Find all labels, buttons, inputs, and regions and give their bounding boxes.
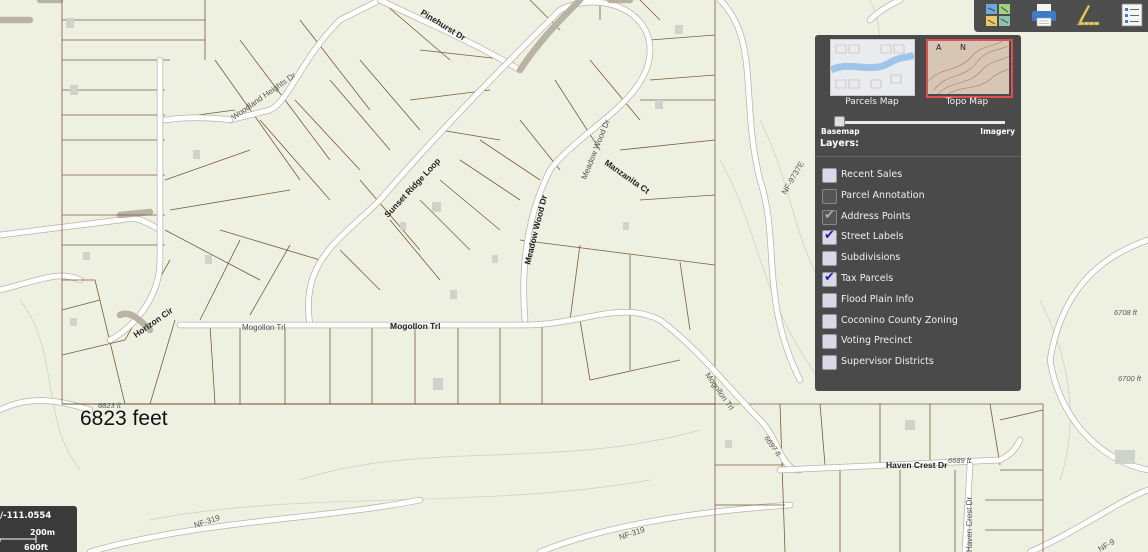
legend-list-icon[interactable] [1118, 2, 1146, 28]
measure-result-label: 6823 feet [80, 407, 168, 430]
layer-label: Address Points [841, 210, 911, 222]
layer-checkbox[interactable] [822, 270, 837, 287]
street-label-mogollon-2: Mogollon Trl [390, 321, 441, 331]
basemap-label-topo[interactable]: Topo Map [922, 97, 1012, 107]
scale-metric: 200m [30, 528, 56, 537]
layer-row[interactable]: Tax Parcels [822, 270, 1017, 289]
layer-row[interactable]: Supervisor Districts [822, 354, 1017, 372]
print-icon[interactable] [1030, 2, 1058, 28]
layer-checkbox[interactable] [822, 292, 837, 308]
layer-row[interactable]: Coconino County Zoning [822, 313, 1017, 331]
slider-label-basemap: Basemap [821, 127, 860, 136]
layers-divider [815, 156, 1021, 157]
layer-row[interactable]: Voting Precinct [822, 333, 1017, 351]
scale-coords-box: /-111.0554 200m 600ft [0, 506, 77, 552]
scale-imperial: 600ft [24, 543, 49, 552]
measure-icon[interactable] [1074, 2, 1102, 28]
layer-label: Tax Parcels [841, 273, 894, 284]
street-label-nf9737: NF-9737E [780, 160, 806, 196]
basemap-label-parcels[interactable]: Parcels Map [827, 97, 917, 107]
street-label-mogollon-1: Mogollon Trl [242, 323, 286, 332]
elevation-label: 6700 ft [1118, 374, 1142, 383]
layer-panel: A N Parcels Map Topo Map Basemap Imagery… [815, 35, 1021, 391]
street-label-haven: Haven Crest Dr [886, 460, 948, 470]
layer-label: Recent Sales [841, 169, 903, 180]
street-label-manzanita: Manzanita Ct [603, 157, 652, 195]
layer-row[interactable]: Subdivisions [822, 250, 1017, 268]
street-label-haven-2: Haven Crest Dr [965, 497, 974, 552]
basemap-grid-icon[interactable] [984, 2, 1012, 28]
basemap-thumb-topo[interactable]: A N [926, 39, 1013, 98]
layer-label: Flood Plain Info [841, 293, 914, 305]
elevation-label: 6708 ft [1114, 308, 1138, 317]
layer-checkbox [822, 208, 837, 225]
layer-row: Address Points [822, 208, 1017, 227]
layer-checkbox[interactable] [822, 313, 837, 329]
layers-title: Layers: [820, 138, 859, 149]
layer-row[interactable]: Street Labels [822, 228, 1017, 247]
layer-label: Parcel Annotation [841, 189, 925, 201]
basemap-imagery-slider-handle[interactable] [834, 116, 845, 127]
svg-text:A: A [936, 43, 942, 52]
layer-checkbox[interactable] [822, 228, 837, 246]
svg-text:N: N [960, 43, 966, 52]
layer-label: Voting Precinct [841, 335, 912, 347]
layer-label: Supervisor Districts [841, 356, 934, 368]
layer-row: Parcel Annotation [822, 188, 1017, 206]
coordinate-readout: /-111.0554 [0, 511, 52, 521]
layer-row[interactable]: Flood Plain Info [822, 292, 1017, 310]
layer-checkbox[interactable] [822, 334, 837, 350]
slider-label-imagery: Imagery [980, 127, 1015, 136]
basemap-imagery-slider-track[interactable] [837, 121, 1005, 124]
layer-label: Subdivisions [841, 252, 901, 264]
layer-checkbox [822, 188, 837, 204]
top-toolbar [974, 0, 1148, 32]
layer-checkbox[interactable] [822, 168, 837, 183]
street-label-nf9: NF-9 [1097, 537, 1117, 552]
layer-checkbox[interactable] [822, 251, 837, 267]
basemap-thumb-parcels[interactable] [829, 39, 916, 96]
layer-row[interactable]: Recent Sales [822, 167, 1017, 185]
elevation-label: 6689 ft [948, 456, 972, 465]
layer-label: Coconino County Zoning [841, 314, 958, 326]
layer-label: Street Labels [841, 231, 904, 243]
layer-checkbox[interactable] [822, 355, 837, 371]
